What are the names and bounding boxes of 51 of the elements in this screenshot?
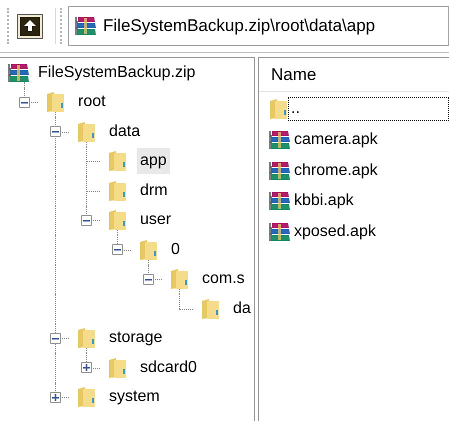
collapse-toggle[interactable]	[143, 274, 154, 285]
archive-icon	[8, 62, 30, 84]
folder-icon	[201, 298, 220, 320]
tree-item[interactable]: storage	[106, 325, 166, 352]
archive-icon	[269, 221, 291, 244]
collapse-toggle[interactable]	[50, 332, 61, 344]
file-name[interactable]: chrome.apk	[291, 158, 449, 183]
folder-icon	[170, 268, 189, 290]
file-name[interactable]: camera.apk	[291, 128, 449, 152]
tree-item[interactable]: app	[137, 148, 170, 174]
column-header[interactable]: Name	[271, 62, 316, 88]
tree-item[interactable]: drm	[137, 178, 171, 204]
plus-icon	[83, 364, 90, 372]
folder-icon	[108, 180, 127, 202]
tree-item[interactable]: FileSystemBackup.zip	[35, 60, 198, 86]
archive-icon	[269, 129, 291, 152]
tree-item[interactable]: com.s	[199, 266, 248, 292]
address-field[interactable]: FileSystemBackup.zip\root\data\app	[68, 6, 449, 46]
tree-item[interactable]: da	[230, 296, 254, 322]
tree-item[interactable]: root	[75, 89, 109, 116]
folder-icon	[77, 327, 96, 350]
file-name[interactable]: kbbi.apk	[291, 189, 449, 214]
folder-icon	[77, 386, 96, 408]
folder-icon	[46, 91, 65, 114]
plus-icon	[52, 394, 59, 401]
tree-item[interactable]: sdcard0	[137, 354, 200, 381]
file-name[interactable]: ..	[288, 97, 449, 122]
folder-icon	[269, 98, 288, 120]
archive-icon	[75, 15, 97, 37]
collapse-toggle[interactable]	[50, 126, 61, 138]
folder-icon	[108, 356, 127, 379]
tree-item[interactable]: data	[106, 118, 144, 145]
folder-icon	[108, 209, 127, 232]
minus-icon	[52, 128, 59, 136]
folder-icon	[108, 150, 127, 172]
expand-toggle[interactable]	[50, 392, 61, 403]
archive-icon	[269, 190, 291, 212]
folder-icon	[139, 238, 158, 261]
tree-item[interactable]: user	[137, 207, 174, 234]
archive-icon	[269, 160, 291, 182]
tree-item[interactable]: 0	[168, 236, 183, 263]
tree-item[interactable]: system	[106, 384, 163, 410]
collapse-toggle[interactable]	[112, 244, 123, 256]
expand-toggle[interactable]	[81, 362, 92, 374]
address-path: FileSystemBackup.zip\root\data\app	[103, 15, 376, 38]
collapse-toggle[interactable]	[19, 96, 30, 108]
minus-icon	[114, 246, 121, 254]
collapse-toggle[interactable]	[81, 214, 92, 226]
up-button[interactable]	[17, 14, 43, 38]
folder-icon	[77, 120, 96, 143]
file-name[interactable]: xposed.apk	[291, 220, 449, 244]
